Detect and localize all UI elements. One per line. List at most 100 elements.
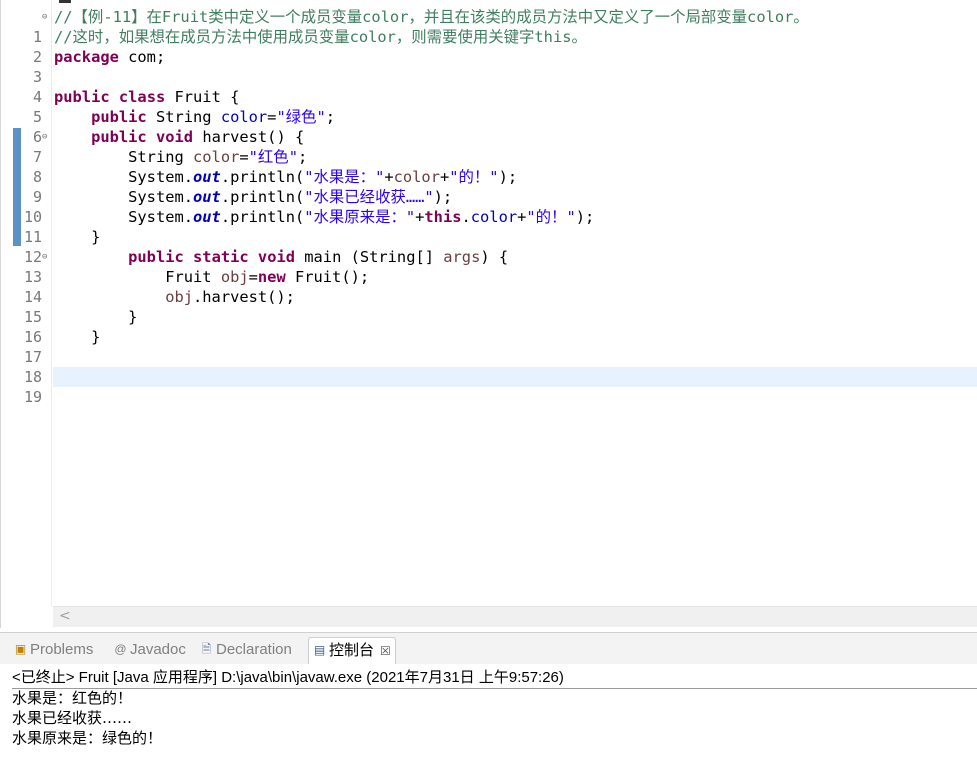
tab-label: Javadoc: [130, 641, 186, 658]
line-number: 19: [23, 388, 42, 406]
local-variable: obj: [165, 288, 194, 306]
keyword: static: [193, 248, 249, 266]
code-text: main (String[]: [295, 248, 444, 266]
code-text: .println(: [220, 188, 305, 206]
code-text: String: [128, 148, 194, 166]
code-text: System.: [128, 188, 194, 206]
console-output-line: 水果原来是：绿色的！: [12, 729, 163, 747]
code-line[interactable]: 14 Fruit obj=new Fruit();: [9, 267, 977, 306]
code-line[interactable]: 19: [9, 367, 977, 406]
string-literal: "红色": [248, 148, 298, 166]
code-line[interactable]: 12 }: [9, 227, 977, 266]
code-line[interactable]: 10 System.out.println("水果已经收获……");: [9, 187, 977, 226]
tab-console[interactable]: ▤ 控制台 ☒: [308, 637, 396, 664]
code-line[interactable]: 2 //这时，如果想在成员方法中使用成员变量color，则需要使用关键字this…: [9, 27, 977, 66]
code-line[interactable]: 4: [9, 67, 977, 106]
console-output-line: 水果是：红色的！: [12, 689, 133, 707]
tab-label: Problems: [30, 641, 94, 658]
code-text: +: [415, 208, 425, 226]
tab-label: Declaration: [216, 641, 292, 658]
field-name: color: [470, 208, 518, 226]
keyword: class: [118, 88, 166, 106]
keyword: public: [54, 88, 110, 106]
horizontal-scrollbar[interactable]: <: [53, 606, 977, 627]
code-line[interactable]: 8 String color="红色";: [9, 147, 977, 186]
console-status-header: <已终止> Fruit [Java 应用程序] D:\java\bin\java…: [12, 667, 977, 689]
code-text: Fruit {: [165, 88, 240, 106]
static-field: out: [193, 188, 221, 206]
local-variable: color: [393, 168, 440, 186]
code-line[interactable]: 11 System.out.println("水果原来是："+this.colo…: [9, 207, 977, 246]
code-text: +: [439, 168, 450, 186]
code-line[interactable]: 5 public class Fruit {: [9, 87, 977, 126]
string-literal: "水果是：": [304, 168, 385, 186]
code-text: harvest() {: [193, 128, 305, 146]
code-text: }: [91, 328, 101, 346]
code-text: =: [239, 148, 249, 166]
code-text: );: [498, 168, 518, 186]
code-text: Fruit();: [285, 268, 370, 286]
code-text: +: [384, 168, 394, 186]
code-text: ;: [325, 108, 336, 126]
console-output-line: 水果已经收获……: [12, 709, 133, 727]
close-icon[interactable]: ☒: [380, 644, 391, 658]
javadoc-icon: @: [114, 642, 127, 656]
keyword: void: [257, 248, 295, 266]
code-text: +: [517, 208, 527, 226]
code-line[interactable]: 3 package com;: [9, 47, 977, 86]
comment-text: //【例-11】在Fruit类中定义一个成员变量color，并且在该类的成员方法…: [54, 8, 809, 26]
static-field: out: [193, 208, 221, 226]
keyword: public: [91, 108, 147, 126]
problems-icon: ▣: [14, 642, 27, 656]
comment-text: //这时，如果想在成员方法中使用成员变量color，则需要使用关键字this。: [54, 28, 587, 46]
string-literal: "绿色": [276, 108, 326, 126]
code-line[interactable]: 13 ⊖ public static void main (String[] a…: [9, 247, 977, 286]
console-icon: ▤: [313, 643, 326, 657]
panel-tab-bar: ▣ Problems @ Javadoc 🗎 Declaration ▤ 控制台…: [0, 632, 977, 665]
keyword: public: [128, 248, 184, 266]
code-text: ;: [297, 148, 308, 166]
editor-top-marker: [59, 0, 71, 3]
code-text: .println(: [220, 168, 305, 186]
local-variable: color: [193, 148, 240, 166]
code-text: ) {: [480, 248, 509, 266]
code-line[interactable]: 17 }: [9, 327, 977, 366]
code-text: .println(: [220, 208, 305, 226]
code-text: Fruit: [165, 268, 221, 286]
declaration-icon: 🗎: [201, 642, 212, 656]
code-line[interactable]: 18: [9, 347, 977, 386]
field-name: color: [220, 108, 268, 126]
code-line[interactable]: 6 public String color="绿色";: [9, 107, 977, 146]
code-text: .harvest();: [193, 288, 295, 306]
code-line[interactable]: 15 obj.harvest();: [9, 287, 977, 326]
code-text: .: [461, 208, 471, 226]
string-literal: "的！": [449, 168, 499, 186]
tab-problems[interactable]: ▣ Problems: [10, 637, 97, 663]
code-text: =: [248, 268, 258, 286]
console-view[interactable]: <已终止> Fruit [Java 应用程序] D:\java\bin\java…: [0, 664, 977, 764]
static-field: out: [193, 168, 221, 186]
code-line[interactable]: 7 ⊖ public void harvest() {: [9, 127, 977, 166]
keyword: this: [424, 208, 462, 226]
scroll-left-icon[interactable]: <: [59, 608, 71, 624]
tab-javadoc[interactable]: @ Javadoc: [110, 637, 190, 663]
code-text: );: [575, 208, 595, 226]
string-literal: "水果已经收获……": [304, 188, 434, 206]
code-editor[interactable]: 1 ⊖ //【例-11】在Fruit类中定义一个成员变量color，并且在该类的…: [0, 0, 977, 628]
fold-toggle-icon[interactable]: ⊖: [42, 247, 52, 267]
tab-label: 控制台: [329, 642, 375, 659]
fold-toggle-icon[interactable]: ⊖: [42, 7, 52, 27]
keyword: public: [91, 128, 147, 146]
code-line[interactable]: 1 ⊖ //【例-11】在Fruit类中定义一个成员变量color，并且在该类的…: [9, 7, 977, 46]
code-line[interactable]: 16 }: [9, 307, 977, 346]
string-literal: "水果原来是：": [304, 208, 416, 226]
fold-toggle-icon[interactable]: ⊖: [42, 127, 52, 147]
code-text: String: [146, 108, 221, 126]
code-line[interactable]: 9 System.out.println("水果是："+color+"的！");: [9, 167, 977, 206]
local-variable: args: [443, 248, 481, 266]
code-text: System.: [128, 168, 194, 186]
tab-declaration[interactable]: 🗎 Declaration: [196, 637, 296, 663]
code-text: System.: [128, 208, 194, 226]
string-literal: "的！": [526, 208, 576, 226]
keyword: package: [54, 48, 119, 66]
